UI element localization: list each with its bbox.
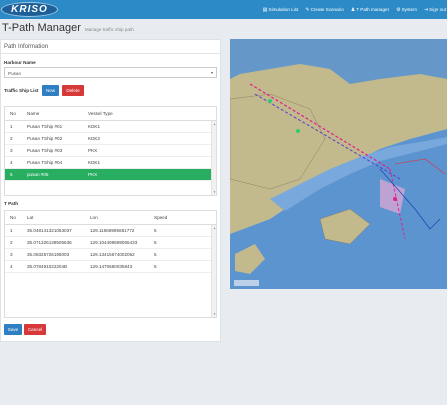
t-path-label: T Path <box>4 201 19 206</box>
table-row[interactable]: 4 35.078491022204B 129.1470680035843 5 <box>5 261 216 273</box>
list-icon: ▤ <box>262 6 268 13</box>
nav-sign-out[interactable]: ⇥ Sign out <box>424 7 446 13</box>
map-scale <box>234 280 259 286</box>
nav-simulation-list[interactable]: ▤ Simulation List <box>263 7 299 13</box>
new-ship-button[interactable]: New <box>42 85 59 96</box>
panel-heading: Path Information <box>1 40 220 54</box>
main-nav: ▤ Simulation List ✎ Create Scenario ♟ T … <box>263 0 446 19</box>
path-information-panel: Path Information Harbour Name Pusan ▾ Tr… <box>0 39 221 342</box>
table-row[interactable]: 5 pusan #05 PKX <box>5 169 216 181</box>
save-button[interactable]: Save <box>4 324 22 335</box>
nav-create-scenario[interactable]: ✎ Create Scenario <box>305 7 343 13</box>
nav-tpath-manager[interactable]: ♟ T Path manager <box>351 7 389 13</box>
nav-system[interactable]: ⚙ System <box>396 7 417 13</box>
t-path-table: No Lat Lon Speed 1 35.048141321053037 129.… <box>4 210 217 318</box>
page-subtitle: Manage traffic ship path <box>84 27 134 32</box>
page-header: T-Path Manager Manage traffic ship path <box>2 22 134 36</box>
users-icon: ♟ <box>350 6 356 13</box>
path-table-scrollbar[interactable]: ▲ ▼ <box>211 225 216 317</box>
table-row[interactable]: 3 35.08326726195003 129.13415674002062 5 <box>5 249 216 261</box>
harbour-select[interactable]: Pusan ▾ <box>4 67 217 78</box>
scroll-up-icon[interactable]: ▲ <box>212 226 216 230</box>
gear-icon: ⚙ <box>396 6 401 13</box>
ship-marker[interactable] <box>268 99 272 103</box>
delete-ship-button[interactable]: Delete <box>62 85 84 96</box>
table-row[interactable]: 2 35.071326138505636 129.104499599065433 5 <box>5 237 216 249</box>
table-header: No Name Vessel Type <box>5 107 216 121</box>
scroll-up-icon[interactable]: ▲ <box>212 122 216 126</box>
ship-marker[interactable] <box>296 129 300 133</box>
cancel-button[interactable]: Cancel <box>24 324 46 335</box>
ship-marker[interactable] <box>393 197 397 201</box>
chevron-down-icon: ▾ <box>210 70 213 75</box>
traffic-ship-table: No Name Vessel Type 1 Pusan TShip #01 KDK1… <box>4 106 217 196</box>
table-row[interactable]: 1 35.048141321053037 129.11668995681772 5 <box>5 225 216 237</box>
table-row[interactable]: 2 Pusan TShip #02 KDK2 <box>5 133 216 145</box>
table-header: No Lat Lon Speed <box>5 211 216 225</box>
table-row[interactable]: 4 Pusan TShip #04 KDK1 <box>5 157 216 169</box>
harbour-map[interactable] <box>230 39 447 289</box>
top-navbar: KRISO ▤ Simulation List ✎ Create Scenari… <box>0 0 447 19</box>
scroll-down-icon[interactable]: ▼ <box>212 190 216 194</box>
page-title: T-Path Manager <box>2 22 81 34</box>
map-canvas[interactable] <box>230 39 447 289</box>
table-row[interactable]: 3 Pusan TShip #03 PKX <box>5 145 216 157</box>
signout-icon: ⇥ <box>423 6 429 13</box>
kriso-logo: KRISO <box>1 2 58 17</box>
traffic-ship-list-label: Traffic Ship List <box>4 88 39 93</box>
table-row[interactable]: 1 Pusan TShip #01 KDK1 <box>5 121 216 133</box>
pencil-icon: ✎ <box>305 6 310 13</box>
scroll-down-icon[interactable]: ▼ <box>212 312 216 316</box>
harbour-name-label: Harbour Name <box>4 60 36 65</box>
ship-table-scrollbar[interactable]: ▲ ▼ <box>211 121 216 195</box>
